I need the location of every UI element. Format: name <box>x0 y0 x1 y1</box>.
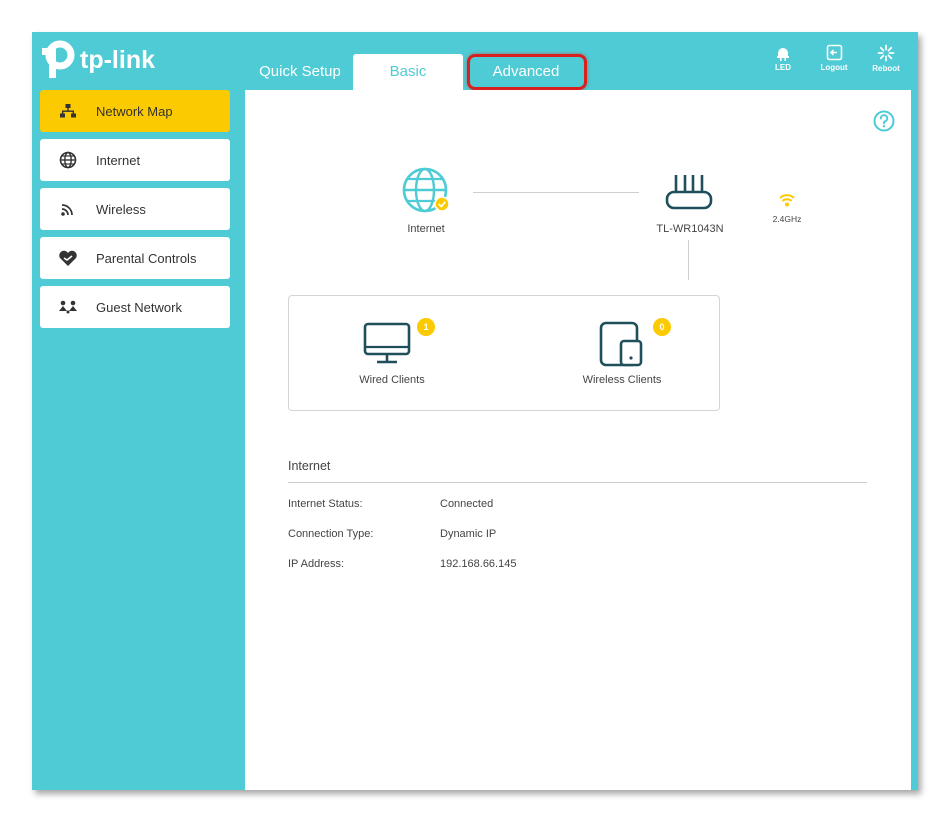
connection-line <box>688 240 689 280</box>
sidebar-item-label: Wireless <box>96 201 146 217</box>
wired-clients-label: Wired Clients <box>359 374 425 386</box>
sidebar-item-label: Network Map <box>96 103 173 119</box>
brand-name: tp-link <box>80 45 155 74</box>
led-button[interactable]: LED <box>761 44 805 72</box>
wireless-clients-label: Wireless Clients <box>582 374 662 386</box>
logout-button[interactable]: Logout <box>812 44 856 72</box>
reboot-label: Reboot <box>872 64 900 73</box>
wifi-icon <box>779 194 795 207</box>
connection-type-value: Dynamic IP <box>440 528 497 540</box>
router-node[interactable] <box>662 172 716 212</box>
sidebar-item-network-map[interactable]: Network Map <box>40 90 230 132</box>
logout-label: Logout <box>820 63 848 72</box>
wireless-clients-count-badge: 0 <box>653 318 671 336</box>
tab-quick-setup[interactable]: Quick Setup <box>250 54 350 90</box>
sidebar-item-label: Guest Network <box>96 299 182 315</box>
guest-network-icon <box>48 299 88 315</box>
internet-section-title: Internet <box>288 459 331 473</box>
ip-address-label: IP Address: <box>288 558 345 570</box>
internet-status-label: Internet Status: <box>288 498 363 510</box>
router-admin-frame: tp-link Quick Setup Basic Advanced LED L… <box>32 32 918 790</box>
reboot-icon <box>877 44 895 62</box>
led-icon <box>777 48 789 61</box>
sidebar: Network Map Internet Wireless Parental C… <box>40 90 230 335</box>
main-content: Internet TL-WR1043N 2.4GHz 1 Wired Clien… <box>245 90 911 790</box>
sidebar-item-wireless[interactable]: Wireless <box>40 188 230 230</box>
sidebar-item-label: Internet <box>96 152 141 168</box>
globe-icon <box>402 167 450 213</box>
tp-link-logo: tp-link <box>40 38 155 82</box>
router-model-label: TL-WR1043N <box>656 223 724 235</box>
sidebar-item-parental-controls[interactable]: Parental Controls <box>40 237 230 279</box>
tp-link-logo-icon <box>42 40 75 78</box>
sidebar-item-guest-network[interactable]: Guest Network <box>40 286 230 328</box>
mobile-devices-icon <box>599 321 643 367</box>
network-map-icon <box>48 103 88 119</box>
parental-controls-icon <box>48 250 88 267</box>
ip-address-value: 192.168.66.145 <box>440 558 517 570</box>
logout-icon <box>826 44 842 61</box>
sidebar-item-label: Parental Controls <box>96 250 197 266</box>
help-icon <box>873 110 895 132</box>
sidebar-item-internet[interactable]: Internet <box>40 139 230 181</box>
tab-basic[interactable]: Basic <box>353 54 463 90</box>
section-divider <box>288 482 867 483</box>
help-button[interactable] <box>873 110 895 137</box>
clients-panel: 1 Wired Clients 0 Wireless Clients <box>288 295 720 411</box>
band-label: 2.4GHz <box>772 214 802 224</box>
internet-node[interactable] <box>400 165 454 219</box>
connection-line <box>473 192 639 193</box>
internet-status-value: Connected <box>440 498 494 510</box>
wireless-icon <box>48 201 88 217</box>
reboot-button[interactable]: Reboot <box>864 44 908 73</box>
advanced-highlight-annotation <box>467 54 587 90</box>
band-indicator[interactable]: 2.4GHz <box>767 192 807 224</box>
internet-node-label: Internet <box>407 223 445 235</box>
wired-clients[interactable]: 1 Wired Clients <box>337 318 447 398</box>
wireless-clients[interactable]: 0 Wireless Clients <box>567 318 677 398</box>
monitor-icon <box>363 322 411 364</box>
wired-clients-count-badge: 1 <box>417 318 435 336</box>
router-icon <box>665 175 713 210</box>
connection-type-label: Connection Type: <box>288 528 374 540</box>
globe-icon <box>48 151 88 169</box>
led-label: LED <box>775 63 791 72</box>
